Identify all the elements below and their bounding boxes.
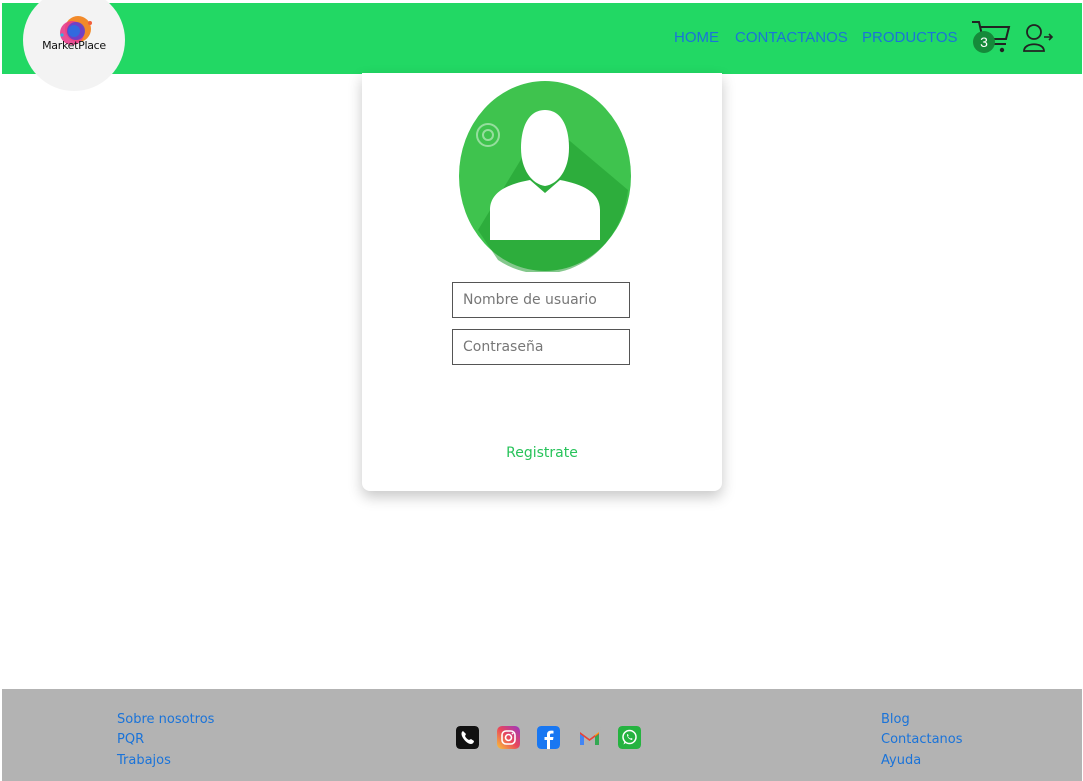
footer-link-pqr[interactable]: PQR — [117, 732, 144, 747]
footer-link-contact[interactable]: Contactanos — [881, 732, 963, 747]
whatsapp-icon[interactable] — [618, 726, 641, 749]
footer-link-about[interactable]: Sobre nosotros — [117, 712, 214, 727]
footer-link-blog[interactable]: Blog — [881, 712, 910, 727]
brand-name: MarketPlace — [42, 39, 106, 52]
password-input[interactable] — [452, 329, 630, 365]
user-logout-icon[interactable] — [1022, 23, 1054, 53]
username-input[interactable] — [452, 282, 630, 318]
nav-contact-link[interactable]: CONTACTANOS — [735, 29, 848, 46]
top-navbar: MarketPlace HOME CONTACTANOS PRODUCTOS 3 — [2, 0, 1082, 91]
footer: Sobre nosotros PQR Trabajos Blog Contact… — [2, 689, 1082, 781]
phone-icon[interactable] — [456, 726, 479, 749]
instagram-icon[interactable] — [497, 726, 520, 749]
page: MarketPlace HOME CONTACTANOS PRODUCTOS 3 — [2, 0, 1082, 781]
user-avatar-icon — [459, 81, 631, 272]
login-card: Registrate — [362, 73, 722, 491]
nav-products-link[interactable]: PRODUCTOS — [862, 29, 958, 46]
gmail-icon[interactable] — [578, 726, 601, 749]
brand-logo[interactable]: MarketPlace — [23, 0, 125, 91]
register-link[interactable]: Registrate — [362, 445, 722, 461]
footer-link-help[interactable]: Ayuda — [881, 753, 921, 768]
cart-count-badge: 3 — [973, 31, 995, 53]
footer-link-jobs[interactable]: Trabajos — [117, 753, 171, 768]
nav-home-link[interactable]: HOME — [674, 29, 719, 46]
facebook-icon[interactable] — [537, 726, 560, 749]
